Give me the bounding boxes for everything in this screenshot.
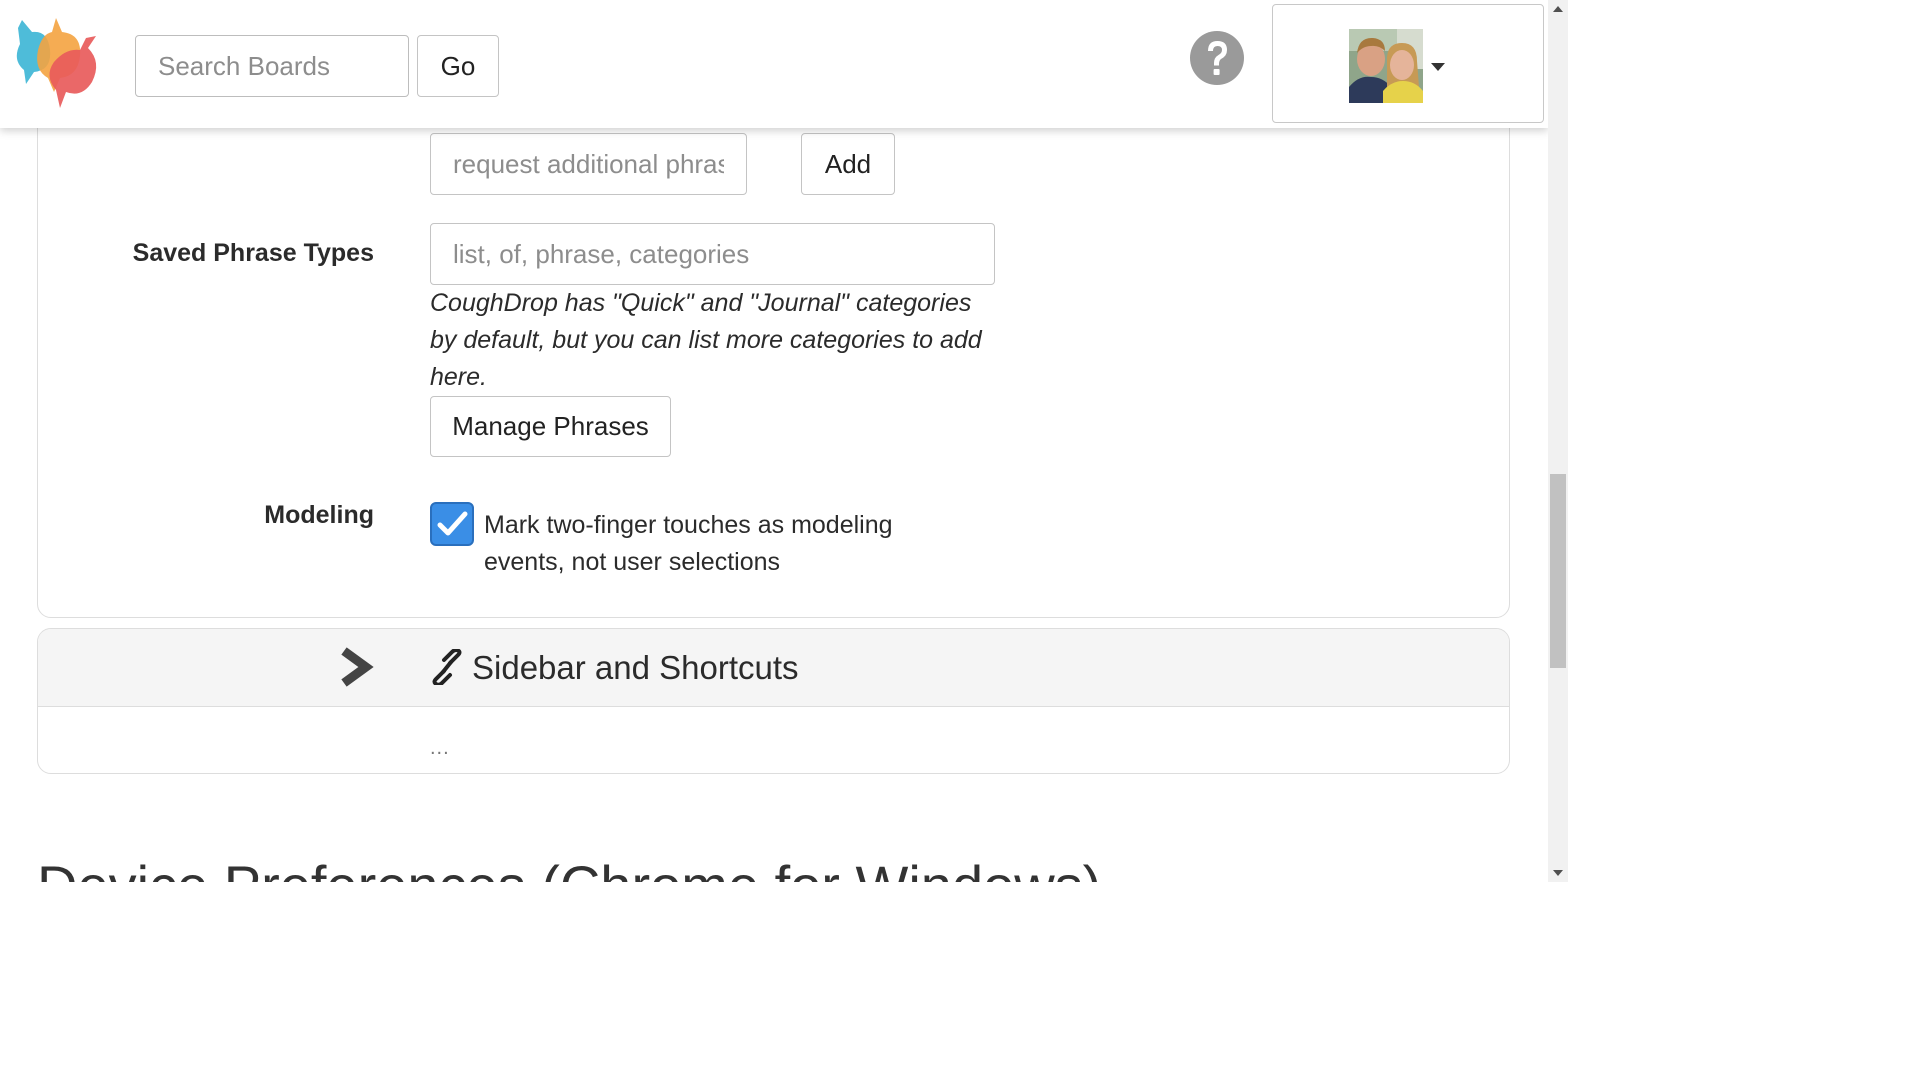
scrollbar-thumb[interactable] bbox=[1550, 474, 1566, 668]
section-title[interactable]: Sidebar and Shortcuts bbox=[472, 649, 799, 687]
manage-phrases-button[interactable]: Manage Phrases bbox=[430, 396, 671, 457]
saved-phrase-types-help: CoughDrop has "Quick" and "Journal" cate… bbox=[430, 289, 982, 391]
top-navbar: Go bbox=[0, 0, 1548, 128]
help-icon[interactable] bbox=[1189, 30, 1245, 86]
saved-phrase-types-label: Saved Phrase Types bbox=[132, 239, 374, 267]
saved-phrase-types-input[interactable] bbox=[430, 223, 995, 285]
modeling-label: Modeling bbox=[264, 501, 374, 529]
check-icon bbox=[437, 511, 468, 536]
scroll-down-icon[interactable] bbox=[1553, 870, 1563, 876]
scroll-up-icon[interactable] bbox=[1553, 6, 1563, 12]
sidebar-shortcuts-section: Sidebar and Shortcuts ... bbox=[37, 628, 1510, 774]
sidebar-shortcuts-header[interactable]: Sidebar and Shortcuts bbox=[38, 629, 1509, 707]
add-button[interactable]: Add bbox=[801, 133, 895, 195]
viewport: Go Add Saved bbox=[0, 0, 1568, 882]
link-icon bbox=[432, 649, 462, 685]
modeling-checkbox[interactable] bbox=[430, 502, 474, 546]
chevron-down-icon bbox=[1431, 63, 1445, 71]
search-boards-input[interactable] bbox=[135, 35, 409, 97]
request-phrase-input[interactable] bbox=[430, 133, 747, 195]
device-preferences-heading: Device Preferences (Chrome for Windows) bbox=[37, 858, 1101, 883]
user-menu-button[interactable] bbox=[1272, 4, 1544, 123]
section-placeholder: ... bbox=[430, 737, 450, 759]
coughdrop-logo-icon[interactable] bbox=[16, 18, 104, 110]
chevron-right-icon[interactable] bbox=[338, 645, 374, 689]
go-button[interactable]: Go bbox=[417, 35, 499, 97]
modeling-checkbox-label[interactable]: Mark two-finger touches as modeling even… bbox=[484, 507, 954, 581]
page-scrollbar[interactable] bbox=[1548, 0, 1568, 882]
user-avatar bbox=[1349, 29, 1423, 103]
